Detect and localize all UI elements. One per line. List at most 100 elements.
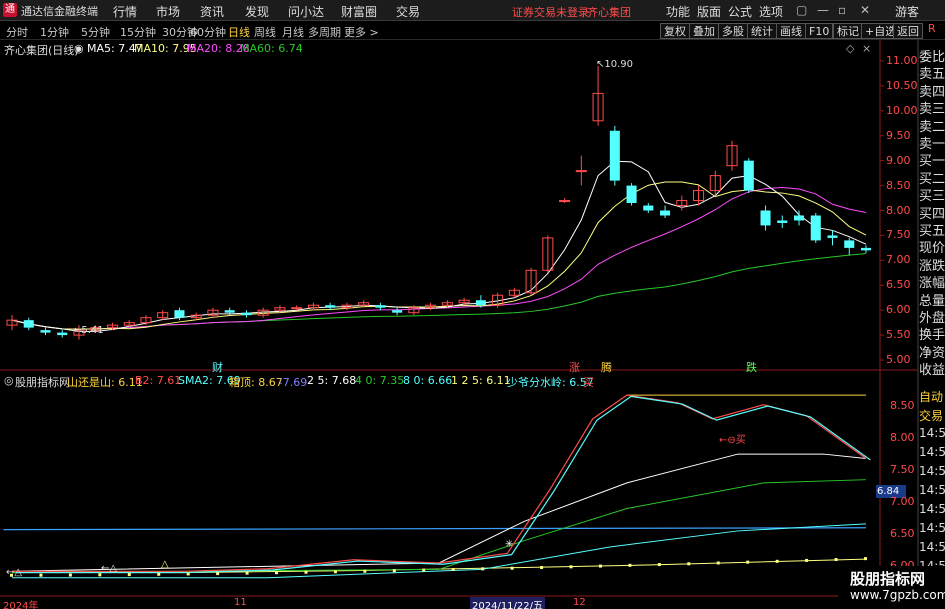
candle-body bbox=[241, 312, 252, 316]
low-price-label: ←5.41 bbox=[73, 325, 104, 336]
quote-field-label[interactable]: 买五 bbox=[918, 220, 945, 239]
candle-body bbox=[559, 200, 571, 203]
candle-body bbox=[844, 240, 855, 248]
shan-dot bbox=[392, 569, 396, 573]
candle-body bbox=[743, 160, 754, 191]
axis-cursor-date: 2024/11/22/五 bbox=[470, 597, 546, 609]
candle-body bbox=[860, 247, 872, 251]
quote-field-label[interactable]: 卖三 bbox=[918, 98, 945, 117]
candle-body bbox=[643, 205, 654, 211]
quote-field-label[interactable]: 换手 bbox=[918, 324, 945, 343]
quote-field-label[interactable]: 外盘 bbox=[918, 307, 945, 326]
indicator-name: 股朋指标网 bbox=[15, 376, 70, 389]
shan-dot bbox=[127, 573, 131, 577]
indicator-time-label: 14:56 bbox=[919, 426, 945, 440]
shan-dot bbox=[157, 572, 161, 576]
quote-field-label[interactable]: 现价 bbox=[918, 237, 945, 256]
shan-dot bbox=[304, 570, 308, 574]
watermark: 股朋指标网 www.7gpzb.com bbox=[838, 566, 945, 609]
watermark-url: www.7gpzb.com bbox=[850, 588, 945, 602]
shan-dot bbox=[510, 566, 514, 570]
quote-field-label[interactable]: 委比 bbox=[918, 46, 945, 65]
shan-dot bbox=[569, 565, 573, 569]
shan-dot bbox=[216, 572, 220, 576]
quote-field-label[interactable]: 买三 bbox=[918, 185, 945, 204]
quote-field-label[interactable]: 卖二 bbox=[918, 116, 945, 135]
candle-body bbox=[760, 210, 771, 226]
candle-body bbox=[40, 330, 51, 333]
quote-field-label[interactable]: 买二 bbox=[918, 168, 945, 187]
watershed-line bbox=[3, 527, 867, 531]
shan-dot bbox=[363, 569, 367, 573]
shan-dot bbox=[68, 573, 72, 577]
shan-dot bbox=[481, 567, 485, 571]
sma2-line bbox=[16, 395, 871, 574]
shan-dot bbox=[186, 572, 190, 576]
n25-label: 2 5: 7.68 bbox=[307, 374, 357, 387]
shan-dot bbox=[775, 559, 779, 563]
indicator-collapse-icon[interactable]: ◎ bbox=[4, 374, 14, 387]
quote-field-label[interactable]: 涨跌 bbox=[918, 255, 945, 274]
axis-month-11: 11 bbox=[234, 597, 247, 608]
quote-field-label[interactable]: 涨幅 bbox=[918, 272, 945, 291]
indicator-time-label: 14:56 bbox=[919, 521, 945, 535]
star-marker: ✳ bbox=[505, 539, 514, 550]
price-tick-label: 7.50 bbox=[886, 228, 911, 242]
ma5-line bbox=[11, 160, 867, 332]
quote-field-label[interactable]: 收益 bbox=[918, 359, 945, 378]
candle-body bbox=[575, 170, 587, 173]
date-axis: 2024年 11 2024/11/22/五 12 bbox=[0, 597, 945, 609]
quote-field-label[interactable]: 卖四 bbox=[918, 81, 945, 100]
shan-dot bbox=[628, 563, 632, 567]
triangle-marker-2: ←△ bbox=[101, 563, 118, 574]
shan-dot bbox=[805, 558, 809, 562]
quote-field-label[interactable]: 净资 bbox=[918, 342, 945, 361]
candle-body bbox=[793, 215, 805, 221]
candle-body bbox=[660, 210, 671, 216]
price-tick-label: 5.00 bbox=[886, 353, 911, 367]
shan-dot bbox=[598, 564, 602, 568]
high-price-label: ↖10.90 bbox=[596, 59, 634, 70]
ma60-line bbox=[11, 253, 867, 330]
candle-body bbox=[777, 220, 788, 223]
price-tick-label: 10.50 bbox=[886, 78, 918, 92]
high-price-value: 10.90 bbox=[604, 59, 634, 70]
quote-field-label[interactable]: 卖一 bbox=[918, 133, 945, 152]
shan-dot bbox=[39, 573, 43, 577]
indicator-tick-label: 8.50 bbox=[890, 399, 915, 413]
indicator-time-label: 14:56 bbox=[919, 483, 945, 497]
n40-label: 4 0: 7.35 bbox=[355, 374, 405, 387]
candle-body bbox=[57, 332, 68, 336]
indicator-time-label: 14:56 bbox=[919, 464, 945, 478]
indicator-time-label: 14:56 bbox=[919, 540, 945, 554]
price-tick-label: 6.50 bbox=[886, 278, 911, 292]
shan-dot bbox=[422, 568, 426, 572]
indicator-mode-label[interactable]: 交易 bbox=[919, 407, 943, 424]
candle-body bbox=[475, 300, 486, 306]
candle-body bbox=[224, 310, 235, 313]
quote-field-label[interactable]: 买一 bbox=[918, 150, 945, 169]
indicator-tick-label: 8.00 bbox=[890, 431, 915, 445]
price-tick-label: 8.50 bbox=[886, 178, 911, 192]
kline-chart[interactable] bbox=[0, 0, 945, 609]
shan-dot bbox=[540, 566, 544, 570]
buy-label: 买 bbox=[583, 376, 594, 389]
quote-field-label[interactable]: 卖五 bbox=[918, 63, 945, 82]
quote-field-label[interactable]: 买四 bbox=[918, 203, 945, 222]
indicator-tick-label: 7.00 bbox=[890, 495, 915, 509]
price-tick-label: 8.00 bbox=[886, 203, 911, 217]
price-tick-label: 5.50 bbox=[886, 328, 911, 342]
price-tick-label: 9.50 bbox=[886, 128, 911, 142]
indicator-mode-label[interactable]: 自动 bbox=[919, 388, 943, 405]
axis-year: 2024年 bbox=[3, 601, 39, 609]
price-tick-label: 9.00 bbox=[886, 153, 911, 167]
shan-label: 山还是山: 6.11 bbox=[67, 376, 143, 389]
indicator-time-label: 14:56 bbox=[919, 502, 945, 516]
candle-body bbox=[609, 130, 620, 181]
shaoye-label: 少爷分水岭: 6.57 bbox=[507, 376, 594, 389]
quote-field-label[interactable]: 总量 bbox=[918, 290, 945, 309]
n125-label: 1 2 5: 6.11 bbox=[451, 374, 511, 387]
xiangding-label: 箱顶: 8.67 bbox=[229, 376, 283, 389]
candle-body bbox=[810, 215, 821, 241]
axis-month-12: 12 bbox=[573, 597, 586, 608]
